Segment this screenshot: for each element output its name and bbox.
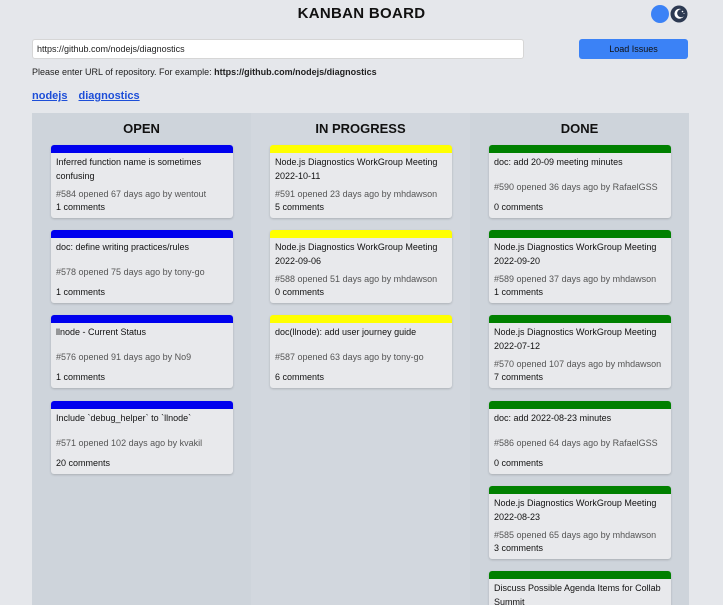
theme-toggle[interactable] <box>651 5 689 23</box>
status-bar <box>51 145 233 153</box>
issue-card[interactable]: Inferred function name is sometimes conf… <box>51 145 233 218</box>
status-bar <box>489 571 671 579</box>
issue-comments: 1 comments <box>56 287 106 297</box>
issue-meta: #570 opened 107 days ago by mhdawson <box>494 359 662 369</box>
url-hint: Please enter URL of repository. For exam… <box>32 67 377 77</box>
status-bar <box>489 401 671 409</box>
page-title: KANBAN BOARD <box>297 5 426 22</box>
issue-meta: #587 opened 63 days ago by tony-go <box>275 352 424 362</box>
issue-title: Node.js Diagnostics WorkGroup Meeting 20… <box>494 498 657 522</box>
status-bar <box>489 486 671 494</box>
breadcrumb: nodejs diagnostics <box>32 90 148 102</box>
status-bar <box>51 315 233 323</box>
issue-comments: 0 comments <box>494 202 544 212</box>
issue-comments: 0 comments <box>275 287 325 297</box>
issue-meta: #571 opened 102 days ago by kvakil <box>56 438 203 448</box>
issue-meta: #590 opened 36 days ago by RafaelGSS <box>494 182 658 192</box>
issue-card[interactable]: doc(llnode): add user journey guide #587… <box>270 315 452 388</box>
issue-title: Include `debug_helper` to `llnode` <box>56 413 192 423</box>
column-title: OPEN <box>123 121 160 136</box>
status-bar <box>489 230 671 238</box>
status-bar <box>270 145 452 153</box>
issue-title: Node.js Diagnostics WorkGroup Meeting 20… <box>275 242 438 266</box>
issue-comments: 0 comments <box>494 458 544 468</box>
issue-card[interactable]: Node.js Diagnostics WorkGroup Meeting 20… <box>489 486 671 559</box>
issue-meta: #588 opened 51 days ago by mhdawson <box>275 274 438 284</box>
issue-card[interactable]: Node.js Diagnostics WorkGroup Meeting 20… <box>489 315 671 388</box>
load-issues-button[interactable]: Load Issues <box>579 39 688 59</box>
status-bar <box>270 230 452 238</box>
status-bar <box>51 401 233 409</box>
issue-comments: 7 comments <box>494 372 544 382</box>
issue-comments: 1 comments <box>56 372 106 382</box>
issue-card[interactable]: doc: add 2022-08-23 minutes #586 opened … <box>489 401 671 474</box>
issue-comments: 3 comments <box>494 543 544 553</box>
issue-comments: 6 comments <box>275 372 325 382</box>
issue-title: llnode - Current Status <box>56 327 147 337</box>
issue-title: doc: add 2022-08-23 minutes <box>494 413 612 423</box>
issue-title: Inferred function name is sometimes conf… <box>56 157 202 181</box>
issue-card[interactable]: Discuss Possible Agenda Items for Collab… <box>489 571 671 605</box>
issue-meta: #589 opened 37 days ago by mhdawson <box>494 274 657 284</box>
issue-meta: #586 opened 64 days ago by RafaelGSS <box>494 438 658 448</box>
breadcrumb-repo-link[interactable]: diagnostics <box>79 90 140 102</box>
column-title: IN PROGRESS <box>315 121 406 136</box>
issue-meta: #576 opened 91 days ago by No9 <box>56 352 192 362</box>
issue-card[interactable]: Node.js Diagnostics WorkGroup Meeting 20… <box>270 230 452 303</box>
breadcrumb-owner-link[interactable]: nodejs <box>32 90 67 102</box>
repo-url-input[interactable] <box>32 39 524 59</box>
issue-comments: 1 comments <box>56 202 106 212</box>
column-title: DONE <box>560 121 599 136</box>
issue-meta: #585 opened 65 days ago by mhdawson <box>494 530 657 540</box>
status-bar <box>489 145 671 153</box>
column-done: DONE doc: add 20-09 meeting minutes #590… <box>470 113 689 605</box>
issue-comments: 1 comments <box>494 287 544 297</box>
issue-title: Node.js Diagnostics WorkGroup Meeting 20… <box>494 327 657 351</box>
issue-title: Node.js Diagnostics WorkGroup Meeting 20… <box>494 242 657 266</box>
status-bar <box>489 315 671 323</box>
issue-title: doc: define writing practices/rules <box>56 242 190 252</box>
light-mode-icon[interactable] <box>651 5 669 23</box>
issue-card[interactable]: Node.js Diagnostics WorkGroup Meeting 20… <box>270 145 452 218</box>
status-bar <box>51 230 233 238</box>
issue-title: doc(llnode): add user journey guide <box>275 327 417 337</box>
issue-title: Node.js Diagnostics WorkGroup Meeting 20… <box>275 157 438 181</box>
issue-card[interactable]: Include `debug_helper` to `llnode` #571 … <box>51 401 233 474</box>
issue-comments: 5 comments <box>275 202 325 212</box>
issue-title: Discuss Possible Agenda Items for Collab… <box>494 583 661 605</box>
hint-example: https://github.com/nodejs/diagnostics <box>214 67 377 77</box>
issue-meta: #584 opened 67 days ago by wentout <box>56 189 207 199</box>
status-bar <box>270 315 452 323</box>
kanban-board: OPEN Inferred function name is sometimes… <box>32 113 689 605</box>
issue-meta: #578 opened 75 days ago by tony-go <box>56 267 205 277</box>
issue-card[interactable]: Node.js Diagnostics WorkGroup Meeting 20… <box>489 230 671 303</box>
issue-comments: 20 comments <box>56 458 111 468</box>
column-open: OPEN Inferred function name is sometimes… <box>32 113 251 605</box>
issue-card[interactable]: doc: add 20-09 meeting minutes #590 open… <box>489 145 671 218</box>
issue-meta: #591 opened 23 days ago by mhdawson <box>275 189 438 199</box>
issue-card[interactable]: llnode - Current Status #576 opened 91 d… <box>51 315 233 388</box>
issue-card[interactable]: doc: define writing practices/rules #578… <box>51 230 233 303</box>
issue-title: doc: add 20-09 meeting minutes <box>494 157 623 167</box>
dark-mode-icon[interactable] <box>670 5 688 23</box>
column-in-progress: IN PROGRESS Node.js Diagnostics WorkGrou… <box>251 113 470 605</box>
hint-text: Please enter URL of repository. For exam… <box>32 67 215 77</box>
